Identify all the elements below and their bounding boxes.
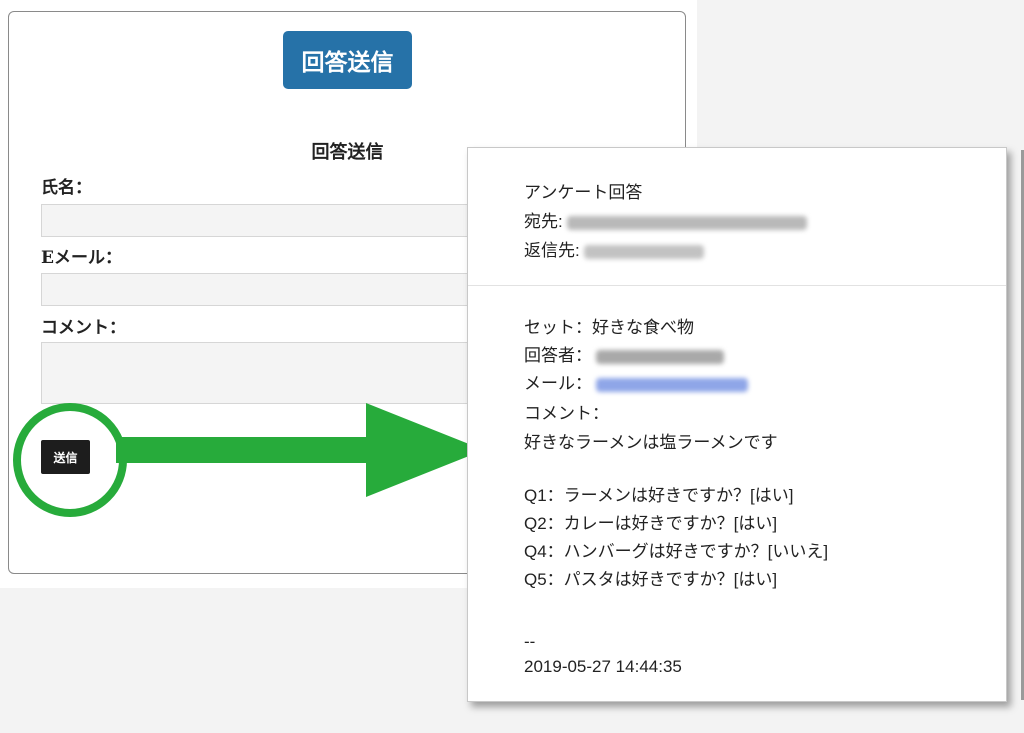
comment-label: コメント： — [41, 318, 126, 338]
mail-row: メール： — [524, 369, 748, 394]
answer-q5: Q5：パスタは好きですか？[はい] — [524, 570, 778, 589]
redacted-email-link[interactable] — [596, 377, 748, 392]
redacted-to-address — [566, 215, 807, 230]
answer-q1: Q1：ラーメンは好きですか？[はい] — [524, 486, 794, 505]
mail-label: メール： — [524, 374, 592, 393]
separator — [468, 285, 1006, 286]
email-notification: アンケート回答 宛先: 返信先: セット：好きな食べ物 回答者： メール： コメ… — [467, 147, 1007, 702]
form-title: 回答送信 — [311, 142, 384, 163]
name-input[interactable] — [41, 204, 481, 237]
email-label: Eメール： — [41, 248, 122, 268]
comment-textarea[interactable] — [41, 342, 481, 404]
set-line: セット：好きな食べ物 — [524, 318, 694, 337]
header-submit-button[interactable]: 回答送信 — [283, 31, 412, 89]
to-label: 宛先: — [524, 212, 563, 231]
email-subject: アンケート回答 — [524, 183, 643, 202]
email-reply-to-row: 返信先: — [524, 236, 704, 261]
answer-q2: Q2：カレーは好きですか？[はい] — [524, 514, 778, 533]
answer-q4: Q4：ハンバーグは好きですか？[いいえ] — [524, 542, 829, 561]
respondent-label: 回答者： — [524, 346, 592, 365]
respondent-row: 回答者： — [524, 341, 724, 366]
name-label: 氏名： — [41, 178, 92, 198]
timestamp: 2019-05-27 14:44:35 — [524, 657, 682, 676]
email-to-row: 宛先: — [524, 207, 807, 232]
redacted-respondent — [596, 349, 724, 364]
reply-to-label: 返信先: — [524, 241, 580, 260]
signature-dash: -- — [524, 632, 536, 651]
comment-text: 好きなラーメンは塩ラーメンです — [524, 433, 778, 452]
redacted-reply-to — [583, 244, 704, 259]
highlight-circle — [13, 403, 127, 517]
green-arrow-icon — [116, 403, 484, 497]
comment-heading: コメント： — [524, 404, 609, 423]
email-input[interactable] — [41, 273, 481, 306]
